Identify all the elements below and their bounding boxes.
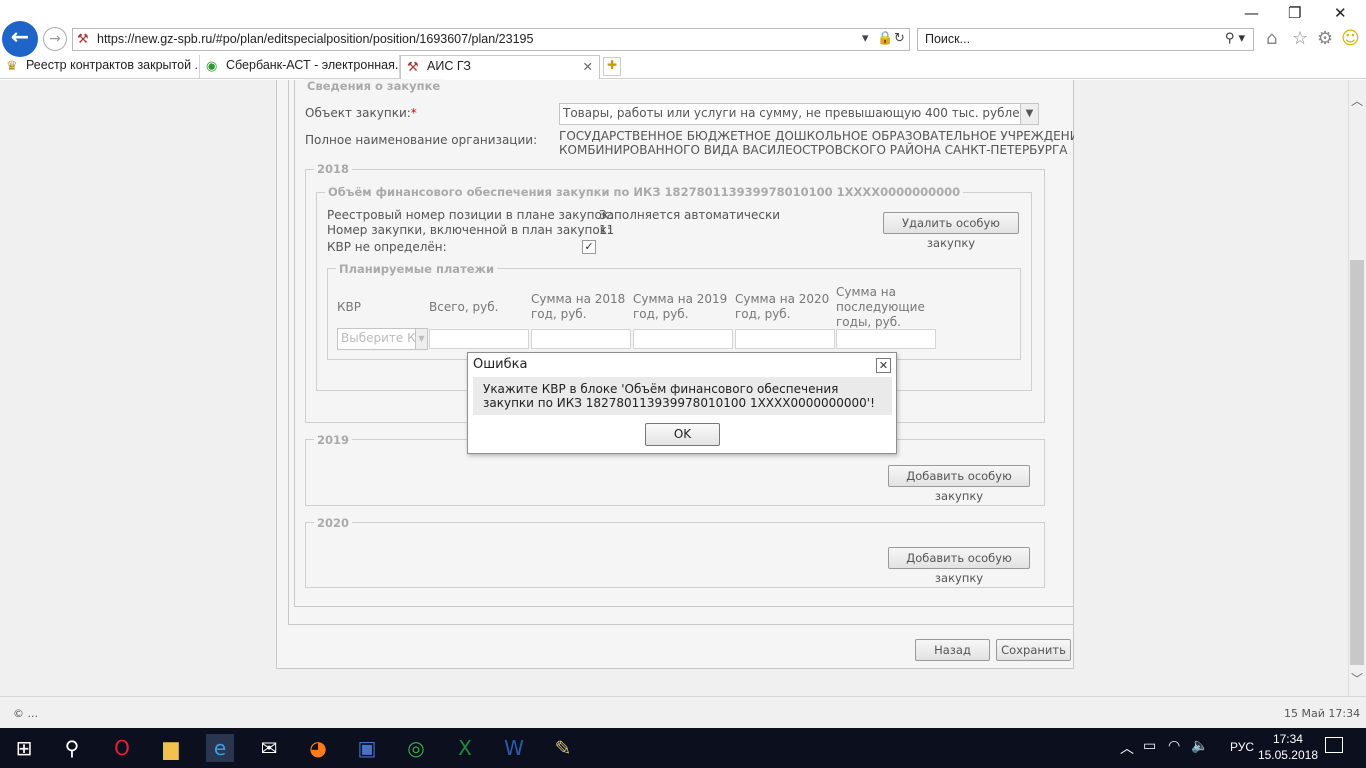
add-special-purchase-2019-button[interactable]: Добавить особую закупку	[888, 465, 1030, 503]
chevron-down-icon[interactable]: ▼	[415, 329, 427, 349]
site-favicon-icon: ⚒	[77, 32, 89, 47]
tab-contracts-registry[interactable]: ♛ Реестр контрактов закрытой ...	[0, 55, 200, 79]
mail-icon[interactable]: ✉	[255, 734, 283, 762]
address-bar[interactable]: ⚒ https://new.gz-spb.ru/#po/plan/editspe…	[72, 28, 910, 51]
legend-2018: 2018	[314, 162, 353, 176]
forward-button[interactable]: →	[43, 27, 67, 51]
lock-icon[interactable]: 🔒	[877, 31, 893, 46]
file-explorer-icon[interactable]: ▆	[157, 734, 185, 762]
object-select[interactable]: Товары, работы или услуги на сумму, не п…	[559, 103, 1039, 125]
error-dialog: Ошибка ✕ Укажите КВР в блоке 'Объём фина…	[467, 352, 897, 454]
search-icon[interactable]: ⚲	[58, 734, 86, 762]
restore-icon[interactable]: ❐	[1288, 4, 1301, 22]
refresh-icon[interactable]: ↻	[894, 31, 905, 46]
firefox-icon[interactable]: ◕	[304, 734, 332, 762]
close-icon[interactable]: ✕	[876, 358, 891, 373]
emblem-icon: ♛	[6, 58, 18, 73]
legend-2020: 2020	[314, 516, 353, 530]
browser-chrome: — ❐ ✕ ← → ⚒ https://new.gz-spb.ru/#po/pl…	[0, 0, 1366, 80]
opera-icon[interactable]: O	[108, 734, 136, 762]
col-2019: Сумма на 2019 год, руб.	[633, 292, 728, 321]
new-tab-icon[interactable]: ✚	[603, 57, 621, 76]
scrollbar-thumb[interactable]	[1350, 260, 1364, 665]
windows-taskbar: ⊞ ⚲ O ▆ e ✉ ◕ ▣ ◎ X W ✎ ︿ ▭ ◠ 🔈 РУС 17:3…	[0, 728, 1366, 768]
back-button[interactable]: ←	[2, 21, 38, 57]
dialog-message: Укажите КВР в блоке 'Объём финансового о…	[473, 377, 892, 415]
windows-start-icon[interactable]: ⊞	[10, 734, 38, 762]
internet-explorer-icon[interactable]: e	[206, 734, 234, 762]
delete-special-purchase-button[interactable]: Удалить особую закупку	[883, 212, 1019, 250]
legend-2019: 2019	[314, 433, 353, 447]
smiley-feedback-icon[interactable]: ☺	[1341, 28, 1360, 49]
reg-number-value: Заполняется автоматически	[599, 208, 781, 222]
col-2020: Сумма на 2020 год, руб.	[735, 292, 830, 321]
sum-2018-input[interactable]	[531, 329, 631, 349]
close-window-icon[interactable]: ✕	[1334, 4, 1347, 22]
minimize-icon[interactable]: —	[1244, 4, 1259, 22]
volume-icon[interactable]: 🔈	[1191, 738, 1208, 754]
wifi-icon[interactable]: ◠	[1168, 738, 1180, 754]
col-kvr: КВР	[337, 300, 361, 314]
tab-strip: ♛ Реестр контрактов закрытой ... ◉ Сберб…	[0, 55, 1366, 79]
search-icon[interactable]: ⚲ ▾	[1225, 31, 1245, 46]
col-later: Сумма на последующие годы, руб.	[836, 285, 925, 329]
section-legend: Сведения о закупке	[304, 79, 444, 93]
close-tab-icon[interactable]: ✕	[583, 59, 593, 74]
col-2018: Сумма на 2018 год, руб.	[531, 292, 626, 321]
org-name: ГОСУДАРСТВЕННОЕ БЮДЖЕТНОЕ ДОШКОЛЬНОЕ ОБР…	[559, 129, 1074, 157]
search-placeholder: Поиск...	[925, 32, 971, 46]
sum-2020-input[interactable]	[735, 329, 835, 349]
back-nav-button[interactable]: Назад	[915, 639, 990, 661]
payments-legend: Планируемые платежи	[336, 262, 498, 276]
sum-later-input[interactable]	[836, 329, 936, 349]
clock[interactable]: 17:34 15.05.2018	[1258, 731, 1318, 763]
sberbank-icon: ◉	[206, 58, 218, 73]
language-indicator[interactable]: РУС	[1230, 740, 1254, 754]
chevron-down-icon[interactable]: ▼	[1020, 104, 1038, 124]
status-bar: © ... 15 Май 17:34	[0, 696, 1366, 728]
settings-gear-icon[interactable]: ⚙	[1317, 28, 1333, 49]
word-icon[interactable]: W	[500, 734, 528, 762]
ok-button[interactable]: OK	[645, 423, 720, 446]
col-total: Всего, руб.	[429, 300, 499, 314]
kvr-undefined-checkbox[interactable]: ✓	[582, 240, 596, 254]
object-label: Объект закупки:*	[305, 106, 417, 120]
dialog-title: Ошибка	[473, 357, 528, 372]
chrome-icon[interactable]: ◎	[402, 734, 430, 762]
home-icon[interactable]: ⌂	[1266, 28, 1277, 49]
tab-sberbank-ast[interactable]: ◉ Сбербанк-АСТ - электронная...	[200, 55, 400, 79]
tools-icon: ⚒	[407, 59, 419, 74]
sum-2019-input[interactable]	[633, 329, 733, 349]
scroll-up-icon[interactable]: ︿	[1351, 92, 1363, 109]
status-right: 15 Май 17:34	[1284, 707, 1361, 720]
reg-number-label: Реестровый номер позиции в плане закупок…	[327, 208, 614, 222]
kvr-undefined-label: КВР не определён:	[327, 240, 447, 254]
funding-legend: Объём финансового обеспечения закупки по…	[325, 185, 964, 199]
paint-icon[interactable]: ✎	[549, 734, 577, 762]
notifications-icon[interactable]	[1325, 737, 1343, 753]
search-box[interactable]: Поиск... ⚲ ▾	[917, 28, 1254, 51]
org-label: Полное наименование организации:	[305, 133, 538, 147]
dropdown-arrow-icon[interactable]: ▾	[862, 31, 869, 46]
total-input[interactable]	[429, 329, 529, 349]
save-disk-icon[interactable]: ▣	[353, 734, 381, 762]
tab-ais-gz[interactable]: ⚒ АИС ГЗ ✕	[400, 55, 600, 79]
scroll-down-icon[interactable]: ﹀	[1351, 670, 1363, 687]
battery-icon[interactable]: ▭	[1143, 738, 1156, 754]
url-text[interactable]: https://new.gz-spb.ru/#po/plan/editspeci…	[97, 32, 533, 46]
excel-icon[interactable]: X	[451, 734, 479, 762]
add-special-purchase-2020-button[interactable]: Добавить особую закупку	[888, 547, 1030, 585]
tray-chevron-icon[interactable]: ︿	[1120, 738, 1134, 758]
save-button[interactable]: Сохранить	[996, 639, 1071, 661]
purchase-number-label: Номер закупки, включенной в план закупок…	[327, 223, 612, 237]
status-left: © ...	[13, 707, 38, 720]
favorites-star-icon[interactable]: ☆	[1292, 28, 1308, 49]
purchase-number-value: 11	[599, 223, 615, 237]
kvr-select[interactable]: Выберите КВР ▼	[337, 328, 428, 350]
